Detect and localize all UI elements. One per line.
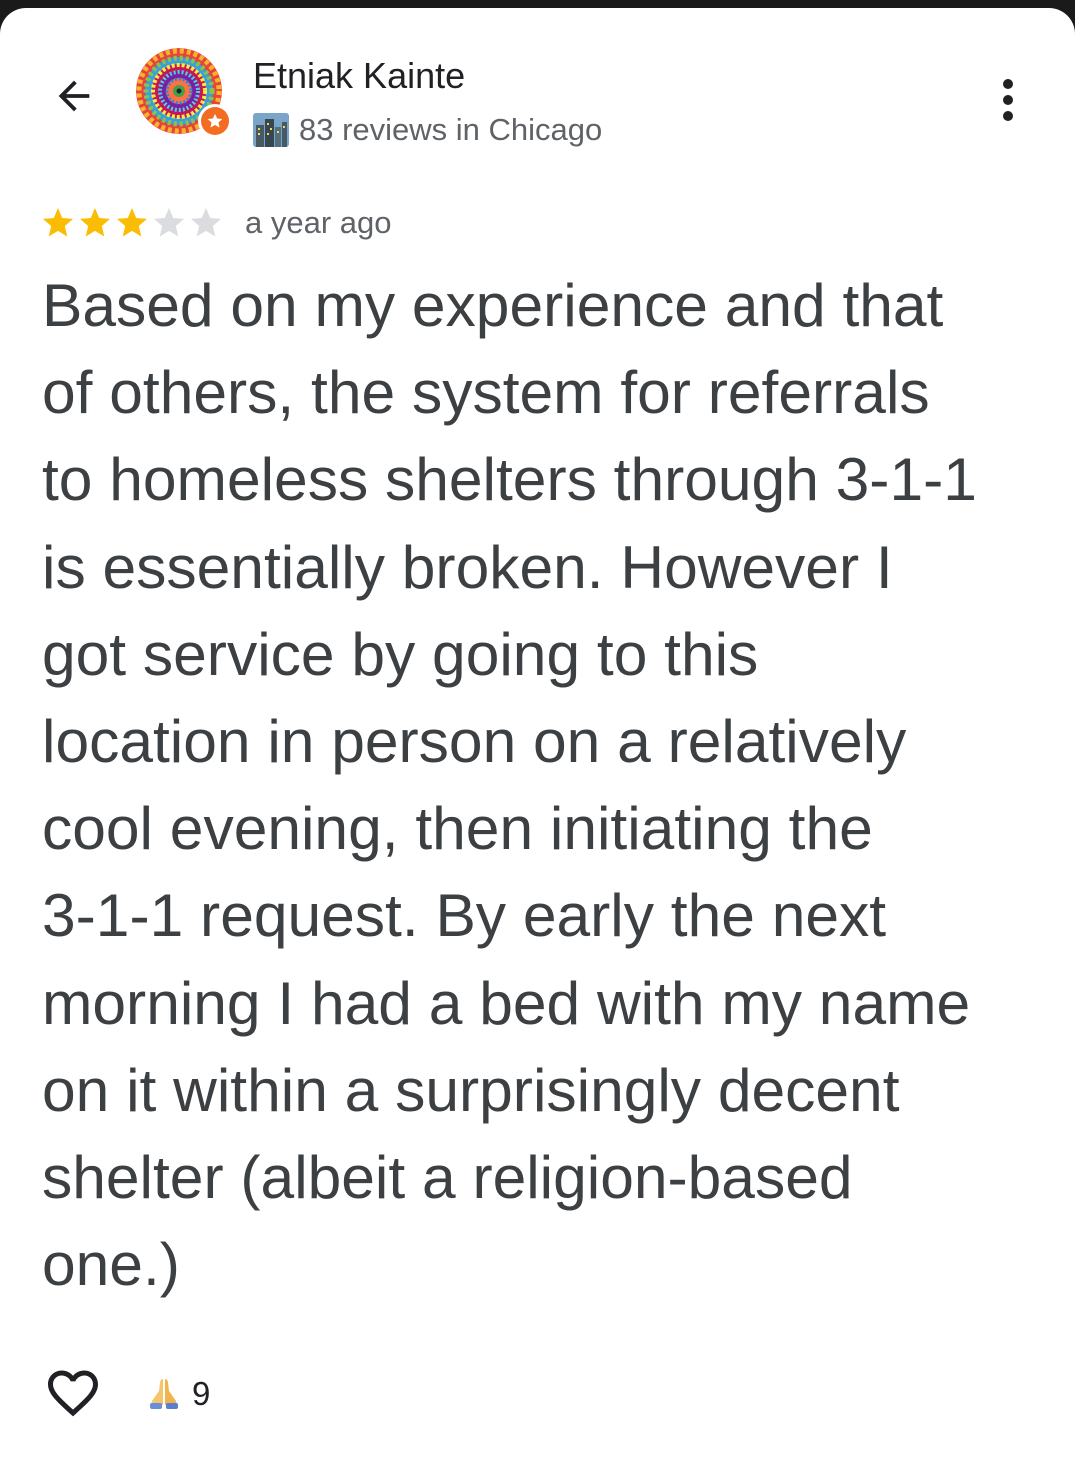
reviewer-avatar-container[interactable] — [136, 48, 232, 144]
reaction-chip[interactable]: 9 — [146, 1372, 210, 1416]
reviewer-meta: 83 reviews in Chicago — [253, 108, 602, 152]
more-options-button[interactable] — [980, 72, 1036, 128]
review-text-line: is essentially broken. However I — [42, 532, 893, 601]
review-text-line: one.) — [42, 1230, 180, 1299]
back-button[interactable] — [44, 66, 104, 126]
local-guide-badge — [198, 104, 232, 138]
local-guide-star-icon — [207, 113, 223, 128]
star-filled-icon — [43, 208, 73, 237]
badge-circle — [201, 107, 229, 135]
like-button[interactable] — [40, 1360, 106, 1426]
review-text-line: location in person on a relatively — [42, 707, 907, 776]
review-text-line: to homeless shelters through 3-1-1 — [42, 445, 977, 514]
review-text-line: 3-1-1 request. By early the next — [42, 881, 887, 950]
review-page: Etniak Kainte 83 reviews in Chicago a ye… — [0, 8, 1075, 1469]
reaction-count: 9 — [192, 1375, 211, 1412]
review-text-line: morning I had a bed with my name — [42, 968, 971, 1037]
star-rating — [40, 205, 224, 241]
review-text-line: of others, the system for referrals — [42, 358, 930, 427]
review-text-line: on it within a surprisingly decent — [42, 1055, 900, 1124]
review-body: Based on my experience and that of others… — [42, 262, 1052, 1308]
heart-outline-icon — [48, 1370, 98, 1417]
review-text-line: Based on my experience and that — [42, 271, 944, 339]
star-empty-icon — [191, 208, 221, 237]
review-text-line: cool evening, then initiating the — [42, 794, 873, 863]
star-filled-icon — [80, 208, 110, 237]
rating-row: a year ago — [40, 201, 392, 245]
star-empty-icon — [154, 208, 184, 237]
cityscape-icon — [253, 113, 289, 147]
folded-hands-icon — [150, 1379, 178, 1409]
arrow-left-icon — [58, 80, 90, 112]
review-text-line: got service by going to this — [42, 619, 759, 688]
star-filled-icon — [117, 208, 147, 237]
more-vertical-icon — [1003, 79, 1013, 121]
reviews-count-text[interactable]: 83 reviews in Chicago — [299, 112, 602, 148]
review-text-line: shelter (albeit a religion-based — [42, 1143, 853, 1212]
reviewer-name[interactable]: Etniak Kainte — [253, 54, 465, 98]
review-timestamp: a year ago — [245, 205, 392, 240]
